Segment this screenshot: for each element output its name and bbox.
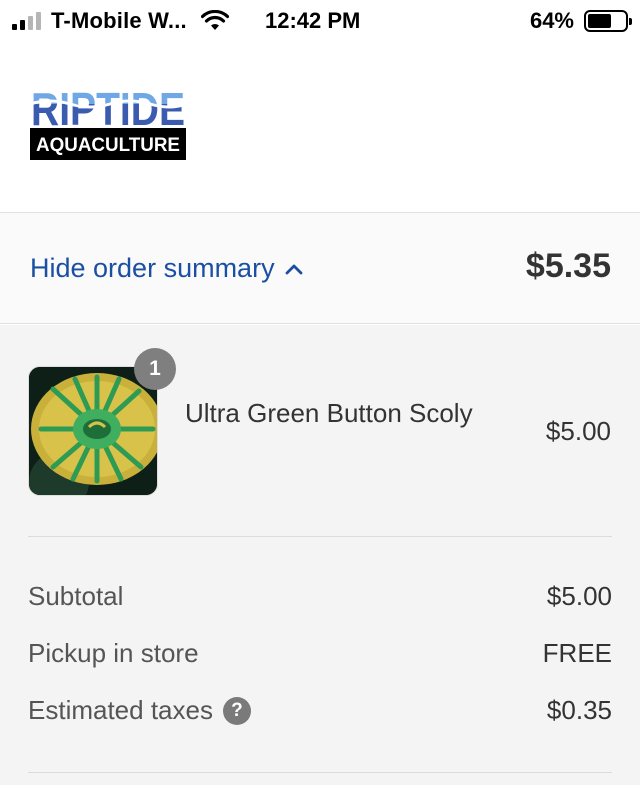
order-total: $5.35: [525, 247, 611, 285]
carrier-name: T-Mobile W...: [51, 8, 187, 33]
subtotal-label: Subtotal: [28, 581, 124, 611]
taxes-value: $0.35: [546, 695, 612, 725]
shipping-row: Pickup in store FREE: [28, 638, 612, 669]
logo-brand-bottom: AQUACULTURE: [36, 135, 180, 156]
battery-icon: [584, 10, 632, 32]
shipping-value: FREE: [542, 638, 612, 668]
status-bar-right: 64%: [529, 8, 632, 34]
divider: [28, 772, 612, 773]
taxes-row: Estimated taxes ? $0.35: [28, 695, 612, 726]
quantity-badge: 1: [134, 348, 176, 390]
status-bar: T-Mobile W... 12:42 PM 64%: [0, 0, 640, 42]
toggle-label: Hide order summary: [30, 253, 275, 283]
hide-order-summary-toggle[interactable]: Hide order summary: [30, 253, 303, 284]
order-summary-panel: 1 Ultra Green Button Scoly $5.00 Subtota…: [0, 325, 640, 785]
status-bar-left: T-Mobile W...: [12, 8, 229, 34]
chevron-up-icon: [285, 264, 302, 274]
order-summary-bar: Hide order summary $5.35: [0, 212, 640, 324]
product-price: $5.00: [545, 416, 611, 446]
store-logo[interactable]: RIPTIDE RIPTIDE AQUACULTURE: [29, 82, 187, 162]
taxes-label-wrap: Estimated taxes ?: [28, 695, 251, 726]
help-icon[interactable]: ?: [222, 696, 251, 725]
product-thumbnail: [28, 366, 158, 496]
battery-fill: [588, 14, 612, 28]
subtotal-row: Subtotal $5.00: [28, 581, 612, 612]
logo-graphic: RIPTIDE RIPTIDE AQUACULTURE: [29, 83, 187, 160]
product-thumbnail-wrap: 1: [28, 348, 176, 496]
status-time: 12:42 PM: [265, 8, 361, 33]
subtotal-value: $5.00: [546, 581, 612, 611]
divider: [28, 536, 612, 537]
shipping-label: Pickup in store: [28, 638, 199, 668]
product-name: Ultra Green Button Scoly: [185, 398, 473, 428]
wifi-icon: [200, 10, 229, 30]
battery-nub: [629, 18, 632, 25]
taxes-label: Estimated taxes: [28, 695, 213, 725]
coral-image: [29, 367, 157, 495]
battery-percent: 64%: [529, 8, 574, 33]
signal-icon: [12, 12, 41, 30]
